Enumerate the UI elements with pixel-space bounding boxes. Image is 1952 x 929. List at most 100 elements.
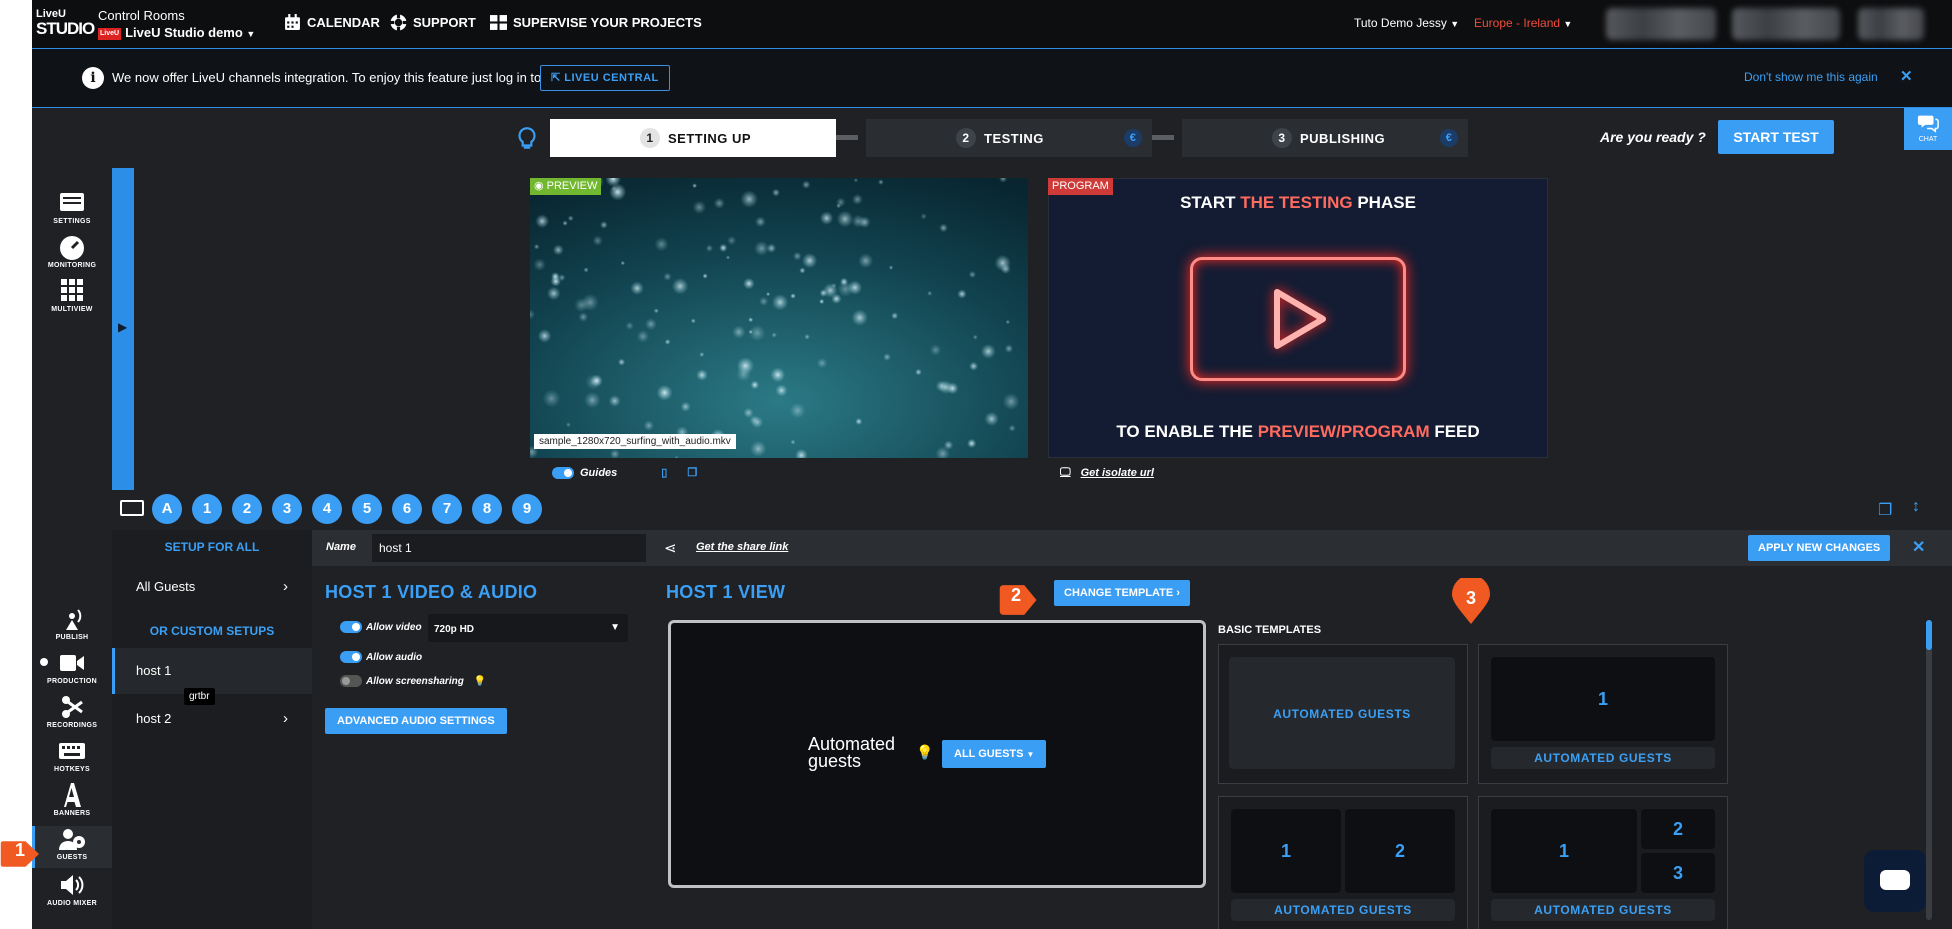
- template-card-automated[interactable]: AUTOMATED GUESTS: [1218, 644, 1468, 784]
- automated-line-2: guests: [808, 751, 862, 771]
- nav-audio-mixer[interactable]: AUDIO MIXER: [32, 872, 112, 907]
- preview-monitor[interactable]: [530, 178, 1028, 458]
- allow-audio-label: Allow audio: [366, 651, 423, 663]
- mobile-icon[interactable]: ▯: [661, 466, 667, 479]
- play-neon-icon: [1190, 257, 1406, 381]
- allow-audio-switch[interactable]: [340, 651, 362, 663]
- callout-number: 1: [14, 840, 25, 860]
- copy-icon[interactable]: ❐: [687, 466, 697, 479]
- start-test-button[interactable]: START TEST: [1718, 120, 1834, 154]
- hotkey-9-button[interactable]: 9: [512, 494, 542, 524]
- allow-screensharing-switch[interactable]: [340, 675, 362, 687]
- calendar-icon: [285, 14, 300, 30]
- collapse-panel-handle[interactable]: ▶: [112, 168, 134, 490]
- template-card-three[interactable]: 1 2 3 AUTOMATED GUESTS: [1478, 796, 1728, 929]
- nav-multiview[interactable]: MULTIVIEW: [32, 278, 112, 313]
- dont-show-again-link[interactable]: Don't show me this again: [1744, 70, 1878, 84]
- nav-supervise-label: SUPERVISE YOUR PROJECTS: [513, 15, 702, 30]
- chat-tab[interactable]: CHAT: [1904, 108, 1952, 150]
- region-selector[interactable]: Europe - Ireland ▼: [1474, 16, 1572, 30]
- grid-projects-icon: [490, 15, 507, 30]
- support-chat-launcher[interactable]: [1864, 850, 1926, 912]
- region-label: Europe - Ireland: [1474, 16, 1561, 30]
- advanced-audio-settings-button[interactable]: ADVANCED AUDIO SETTINGS: [325, 708, 507, 734]
- nav-calendar-label: CALENDAR: [307, 15, 380, 30]
- nav-hotkeys[interactable]: HOTKEYS: [32, 738, 112, 773]
- all-guests-dropdown[interactable]: ALL GUESTS ▼: [942, 740, 1047, 768]
- banner-close-icon[interactable]: ✕: [1900, 67, 1913, 85]
- program-subtitle-part: TO ENABLE THE: [1116, 422, 1258, 441]
- program-subtitle: TO ENABLE THE PREVIEW/PROGRAM FEED: [1048, 422, 1548, 442]
- keyboard-icon[interactable]: [120, 500, 144, 516]
- close-panel-icon[interactable]: ✕: [1912, 537, 1925, 557]
- allow-screensharing-toggle[interactable]: Allow screensharing 💡: [340, 675, 486, 687]
- nav-settings[interactable]: SETTINGS: [32, 190, 112, 225]
- lightbulb-icon[interactable]: 💡: [916, 744, 933, 761]
- hotkey-5-button[interactable]: 5: [352, 494, 382, 524]
- guides-toggle[interactable]: Guides ▯ ❐: [552, 466, 697, 479]
- callout-number: 3: [1465, 588, 1476, 608]
- scrollbar-thumb[interactable]: [1926, 620, 1932, 650]
- top-navbar: LiveU STUDIO Control Rooms LiveU LiveU St…: [32, 0, 1952, 48]
- template-label: AUTOMATED GUESTS: [1491, 747, 1715, 769]
- automated-guests-text: Automated guests: [808, 735, 895, 771]
- all-guests-item[interactable]: All Guests ›: [112, 564, 312, 610]
- change-template-button[interactable]: CHANGE TEMPLATE ›: [1054, 580, 1190, 606]
- hotkey-6-button[interactable]: 6: [392, 494, 422, 524]
- guest-name-input[interactable]: [372, 534, 646, 562]
- nav-monitoring[interactable]: MONITORING: [32, 234, 112, 269]
- studio-selector[interactable]: LiveU LiveU Studio demo ▼: [98, 25, 255, 40]
- step-number: 3: [1272, 128, 1292, 148]
- step-setting-up[interactable]: 1 SETTING UP: [550, 119, 836, 157]
- nav-production[interactable]: PRODUCTION: [32, 650, 112, 685]
- share-icon[interactable]: ⋖: [664, 539, 677, 557]
- get-isolate-url-link[interactable]: 🖵 Get isolate url: [1060, 466, 1154, 479]
- isolate-url-label: Get isolate url: [1080, 466, 1154, 479]
- allow-video-toggle[interactable]: Allow video: [340, 621, 422, 633]
- nav-support[interactable]: SUPPORT: [390, 14, 476, 31]
- nav-publish[interactable]: PUBLISH: [32, 606, 112, 641]
- nav-recordings-label: RECORDINGS: [46, 722, 98, 729]
- guides-switch[interactable]: [552, 466, 574, 479]
- nav-supervise[interactable]: SUPERVISE YOUR PROJECTS: [490, 14, 702, 31]
- preview-badge: ◉ PREVIEW: [530, 178, 602, 195]
- get-share-link[interactable]: Get the share link: [696, 541, 788, 553]
- nav-recordings[interactable]: RECORDINGS: [32, 694, 112, 729]
- hotkey-3-button[interactable]: 3: [272, 494, 302, 524]
- nav-banners[interactable]: BANNERS: [32, 782, 112, 817]
- lightbulb-icon[interactable]: [514, 126, 540, 152]
- nav-calendar[interactable]: CALENDAR: [284, 14, 380, 31]
- step-testing[interactable]: 2 TESTING €: [866, 119, 1152, 157]
- copy-layout-icon[interactable]: ❐: [1878, 500, 1892, 520]
- hotkey-7-button[interactable]: 7: [432, 494, 462, 524]
- hotkey-4-button[interactable]: 4: [312, 494, 342, 524]
- allow-video-label: Allow video: [366, 621, 422, 633]
- step-publishing[interactable]: 3 PUBLISHING €: [1182, 119, 1468, 157]
- chevron-right-icon: ›: [283, 710, 288, 727]
- video-quality-select[interactable]: 720p HD ▼: [428, 614, 628, 642]
- hotkey-8-button[interactable]: 8: [472, 494, 502, 524]
- liveu-central-button[interactable]: ⇱ LIVEU CENTRAL: [540, 65, 670, 91]
- host-view-layout[interactable]: [668, 620, 1206, 888]
- allow-video-switch[interactable]: [340, 621, 362, 633]
- scissors-icon: [62, 696, 83, 718]
- nav-guests-label: GUESTS: [56, 854, 88, 861]
- lightbulb-icon[interactable]: 💡: [474, 676, 486, 687]
- allow-audio-toggle[interactable]: Allow audio: [340, 651, 422, 663]
- template-card-two[interactable]: 1 2 AUTOMATED GUESTS: [1218, 796, 1468, 929]
- resize-vertical-icon[interactable]: ↕: [1912, 498, 1920, 516]
- templates-scrollbar[interactable]: [1926, 620, 1932, 920]
- chevron-down-icon: ▼: [1450, 19, 1460, 29]
- name-label: Name: [326, 541, 356, 553]
- liveu-studio-logo[interactable]: LiveU STUDIO: [36, 8, 95, 40]
- apply-new-changes-button[interactable]: APPLY NEW CHANGES: [1748, 535, 1891, 561]
- template-card-single[interactable]: 1 AUTOMATED GUESTS: [1478, 644, 1728, 784]
- hotkey-a-button[interactable]: A: [152, 494, 182, 524]
- hotkey-2-button[interactable]: 2: [232, 494, 262, 524]
- user-menu[interactable]: Tuto Demo Jessy ▼: [1354, 16, 1459, 30]
- letter-a-icon: [64, 783, 81, 807]
- nav-monitoring-label: MONITORING: [47, 262, 97, 269]
- broadcast-icon: [66, 609, 82, 630]
- template-slot: 1: [1231, 809, 1341, 893]
- hotkey-1-button[interactable]: 1: [192, 494, 222, 524]
